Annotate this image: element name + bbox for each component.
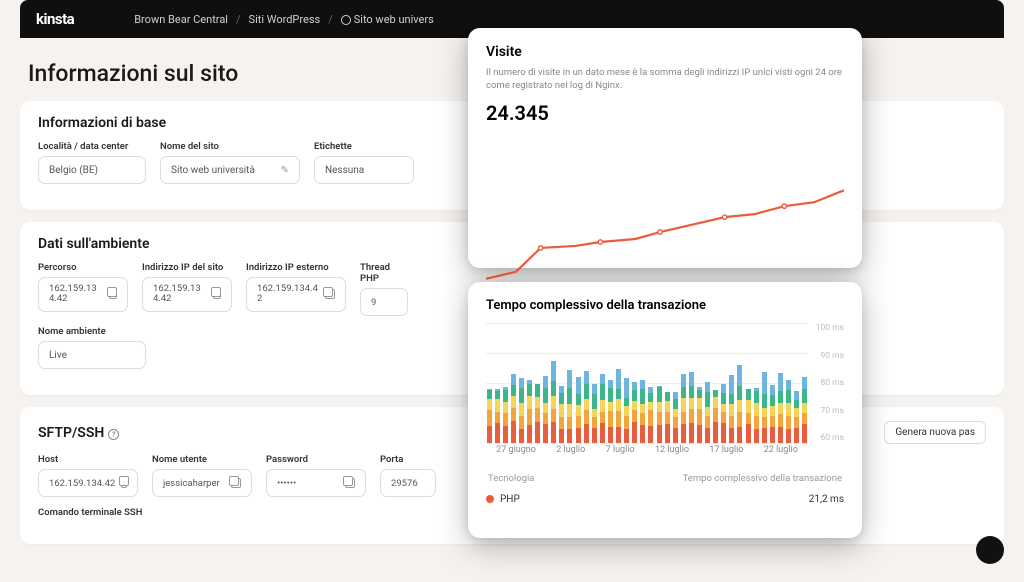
port-value[interactable]: 29576 bbox=[380, 469, 436, 497]
path-value[interactable]: 162.159.134.42 bbox=[38, 277, 128, 312]
visits-value: 24.345 bbox=[486, 101, 844, 125]
breadcrumb-item[interactable]: Sito web univers bbox=[341, 13, 434, 26]
visits-card: Visite Il numero di visite in un dato me… bbox=[468, 28, 862, 268]
copy-icon[interactable] bbox=[325, 289, 335, 299]
transaction-card: Tempo complessivo della transazione 100 … bbox=[468, 282, 862, 538]
locality-value[interactable]: Belgio (BE) bbox=[38, 156, 146, 184]
envname-value[interactable]: Live bbox=[38, 341, 146, 369]
logo: kinsta bbox=[36, 10, 74, 28]
visits-desc: Il numero di visite in un dato mese è la… bbox=[486, 66, 844, 93]
php-dot-icon bbox=[486, 495, 494, 503]
port-label: Porta bbox=[380, 454, 436, 465]
envname-label: Nome ambiente bbox=[38, 326, 146, 337]
breadcrumb-item[interactable]: Brown Bear Central bbox=[134, 13, 228, 26]
breadcrumb-item[interactable]: Siti WordPress bbox=[249, 13, 321, 26]
user-value[interactable]: jessicaharper bbox=[152, 469, 252, 497]
sitename-label: Nome del sito bbox=[160, 141, 300, 152]
copy-icon[interactable] bbox=[231, 478, 241, 488]
sftp-heading: SFTP/SSH? bbox=[38, 425, 119, 441]
tx-table-row: PHP 21,2 ms bbox=[486, 494, 844, 505]
copy-icon[interactable] bbox=[213, 289, 221, 299]
siteip-label: Indirizzo IP del sito bbox=[142, 262, 232, 273]
tx-title: Tempo complessivo della transazione bbox=[486, 298, 844, 313]
host-value[interactable]: 162.159.134.42 bbox=[38, 469, 138, 497]
path-label: Percorso bbox=[38, 262, 128, 273]
edit-icon[interactable]: ✎ bbox=[281, 165, 289, 176]
extip-label: Indirizzo IP esterno bbox=[246, 262, 346, 273]
sitename-value[interactable]: Sito web università✎ bbox=[160, 156, 300, 184]
help-icon[interactable]: ? bbox=[108, 429, 119, 440]
user-label: Nome utente bbox=[152, 454, 252, 465]
threads-label: Thread PHP bbox=[360, 262, 408, 284]
copy-icon[interactable] bbox=[345, 478, 355, 488]
tags-label: Etichette bbox=[314, 141, 414, 152]
pass-label: Password bbox=[266, 454, 366, 465]
locality-label: Località / data center bbox=[38, 141, 146, 152]
copy-icon[interactable] bbox=[121, 478, 127, 488]
siteip-value[interactable]: 162.159.134.42 bbox=[142, 277, 232, 312]
ssh-label: Comando terminale SSH bbox=[38, 507, 198, 518]
extip-value[interactable]: 162.159.134.42 bbox=[246, 277, 346, 312]
breadcrumb: Brown Bear Central / Siti WordPress / Si… bbox=[134, 13, 434, 26]
visits-title: Visite bbox=[486, 44, 844, 60]
threads-value[interactable]: 9 bbox=[360, 288, 408, 316]
tags-value[interactable]: Nessuna bbox=[314, 156, 414, 184]
tx-chart: 100 ms90 ms80 ms70 ms60 ms bbox=[486, 323, 844, 443]
help-fab[interactable] bbox=[976, 536, 1004, 564]
host-label: Host bbox=[38, 454, 138, 465]
tx-xaxis: 27 giugno2 luglio7 luglio12 luglio17 lug… bbox=[486, 445, 844, 455]
copy-icon[interactable] bbox=[109, 289, 117, 299]
tx-table-head: TecnologiaTempo complessivo della transa… bbox=[486, 473, 844, 484]
generate-password-button[interactable]: Genera nuova pas bbox=[884, 421, 986, 444]
tx-bars bbox=[486, 323, 808, 443]
pass-value[interactable]: •••••• bbox=[266, 469, 366, 497]
wordpress-icon bbox=[341, 15, 351, 25]
tx-ylabels: 100 ms90 ms80 ms70 ms60 ms bbox=[816, 323, 844, 443]
